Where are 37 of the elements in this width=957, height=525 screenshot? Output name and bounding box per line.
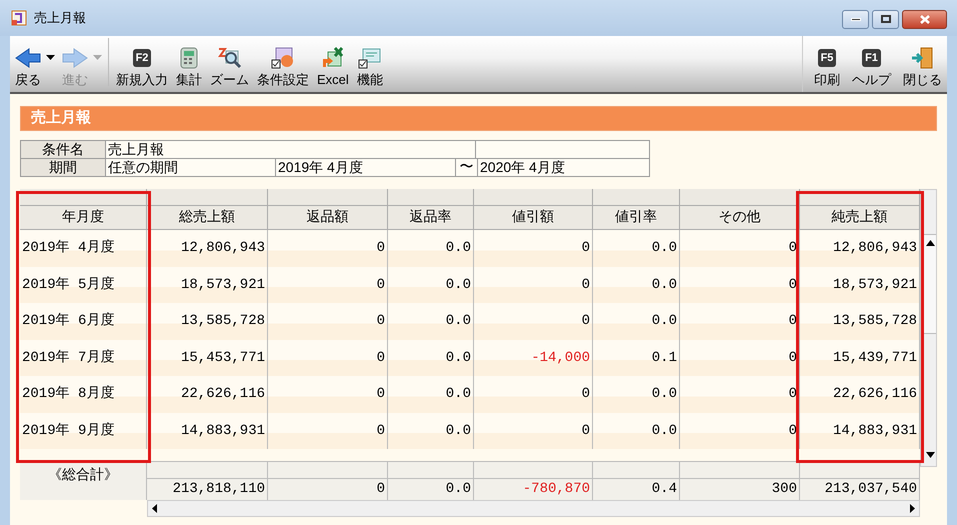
total-cell-text: 0 (376, 480, 386, 499)
toolbar-button[interactable]: ズーム (209, 46, 250, 88)
key-cap-icon: F1 (862, 49, 881, 67)
toolbar-button[interactable]: 条件設定 (256, 46, 310, 88)
table-cell: 0.0 (388, 412, 474, 449)
table-cell: 0 (680, 412, 800, 449)
range-separator: 〜 (460, 159, 474, 176)
toolbar-button[interactable]: 集計 (175, 46, 203, 88)
table-cell: 2019年 9月度 (20, 412, 147, 449)
field-label: 条件名 (21, 141, 106, 158)
total-cell-text: 0.0 (444, 480, 472, 499)
toolbar-button[interactable]: F1 ヘルプ (851, 46, 892, 88)
toolbar-button[interactable]: 戻る (14, 46, 42, 88)
key-cap-icon: F2 (132, 49, 152, 67)
table-cell: 0 (474, 412, 593, 449)
section-header: 売上月報 (20, 106, 937, 131)
total-cell-text: -780,870 (522, 480, 591, 499)
total-cell-text: 213,037,540 (824, 480, 918, 499)
key-cap-icon: F5 (818, 49, 836, 67)
total-cell-text: 300 (770, 480, 798, 499)
table-cell: 14,883,931 (147, 412, 268, 449)
field-value: 売上月報 (106, 141, 476, 158)
field-value: 2019年 4月度 (276, 159, 456, 176)
toolbar-button[interactable]: F2 新規入力 (115, 46, 169, 88)
toolbar-button[interactable]: Excel (316, 46, 350, 88)
toolbar-button[interactable]: 閉じる (902, 46, 943, 88)
field-value: 2020年 4月度 (479, 159, 566, 176)
window-title: 売上月報 (34, 9, 86, 28)
field-label: 期間 (21, 159, 106, 176)
field-value: 任意の期間 (106, 159, 276, 176)
toolbar-button[interactable]: F5 印刷 (813, 46, 841, 88)
total-cell-text: 213,818,110 (172, 480, 266, 499)
toolbar-button[interactable]: 機能 (356, 46, 384, 88)
table-cell: 0.0 (593, 412, 680, 449)
table-cell: 0 (268, 412, 388, 449)
total-cell-text: 0.4 (650, 480, 678, 499)
total-label: 《総合計》 (20, 462, 147, 500)
